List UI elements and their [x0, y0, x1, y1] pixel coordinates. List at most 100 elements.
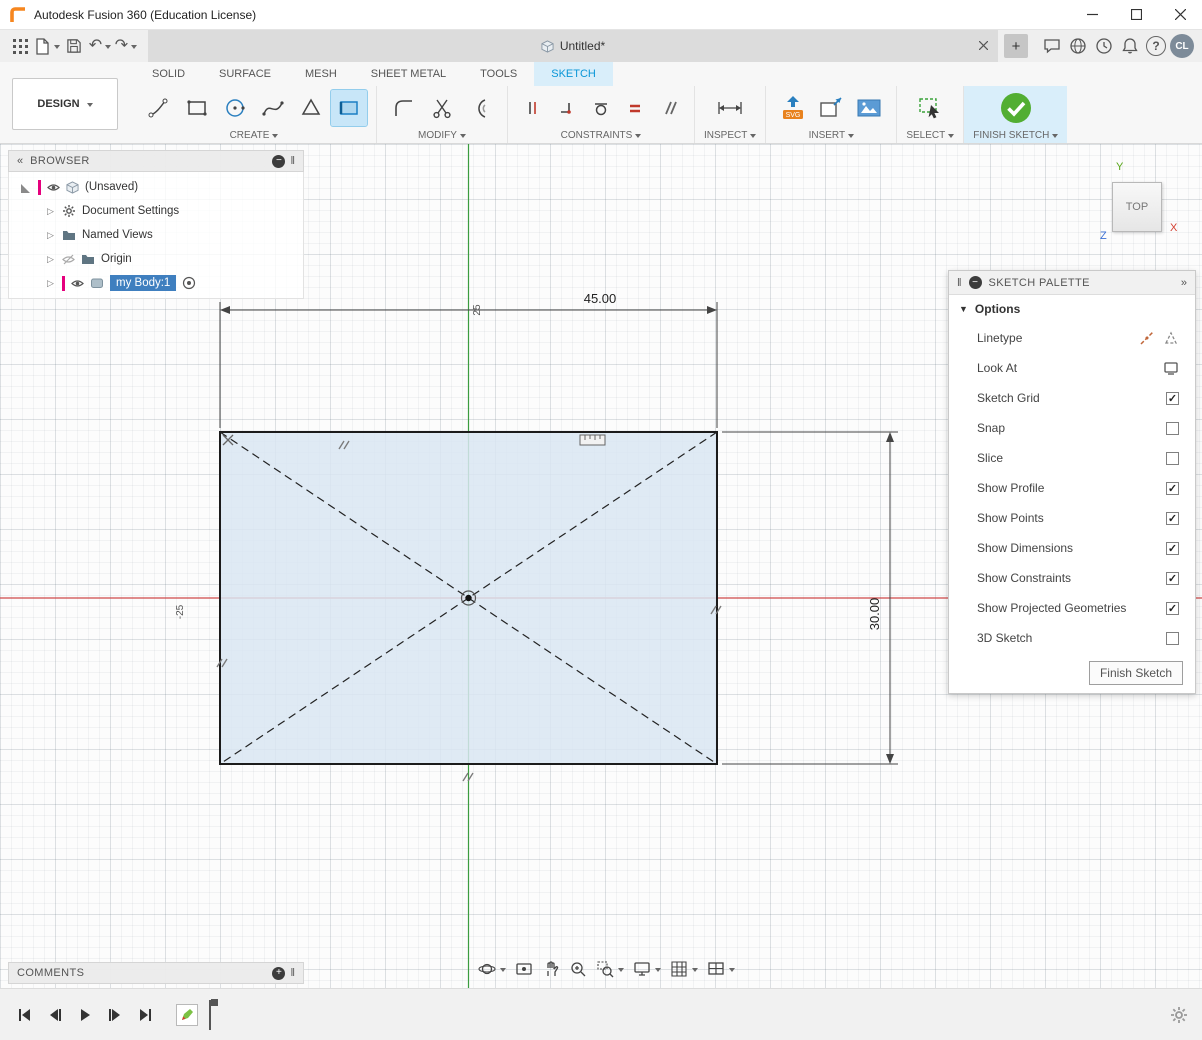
parallel-constraint[interactable]	[653, 92, 685, 124]
notifications-bell-icon[interactable]	[1118, 33, 1142, 59]
tab-tools[interactable]: TOOLS	[463, 62, 534, 86]
create-rectangle-tool[interactable]	[179, 90, 215, 126]
insert-menu[interactable]: INSERT	[809, 128, 855, 143]
offset-tool[interactable]	[462, 90, 498, 126]
comments-icon[interactable]	[1040, 33, 1064, 59]
tab-mesh[interactable]: MESH	[288, 62, 354, 86]
pan-tool[interactable]	[542, 960, 560, 978]
collapse-left-icon[interactable]: «	[17, 155, 23, 167]
construction-linetype-icon[interactable]	[1163, 330, 1179, 346]
inspect-menu[interactable]: INSPECT	[704, 128, 756, 143]
modify-menu[interactable]: MODIFY	[418, 128, 466, 143]
save-button[interactable]	[62, 33, 86, 59]
trim-tool[interactable]	[424, 90, 460, 126]
user-avatar[interactable]: CL	[1170, 34, 1194, 58]
visibility-eye-icon[interactable]	[71, 277, 84, 290]
viewcube-top-face[interactable]: TOP	[1112, 182, 1162, 232]
timeline-position-marker[interactable]	[209, 1000, 211, 1030]
browser-item-body[interactable]: ▷ my Body:1	[9, 271, 303, 295]
slice-checkbox[interactable]	[1166, 452, 1179, 465]
palette-finish-sketch-button[interactable]: Finish Sketch	[1089, 661, 1183, 685]
comments-expand-icon[interactable]: +	[272, 967, 285, 980]
palette-header[interactable]: ‖ − SKETCH PALETTE »	[949, 271, 1195, 295]
create-2point-rectangle-tool[interactable]	[331, 90, 367, 126]
insert-svg-tool[interactable]: SVG	[775, 90, 811, 126]
snap-checkbox[interactable]	[1166, 422, 1179, 435]
timeline-step-back-button[interactable]	[44, 1004, 66, 1026]
collapse-right-icon[interactable]: »	[1181, 277, 1187, 289]
tab-solid[interactable]: SOLID	[135, 62, 202, 86]
equal-constraint[interactable]	[619, 92, 651, 124]
tab-surface[interactable]: SURFACE	[202, 62, 288, 86]
viewports[interactable]	[707, 960, 735, 978]
minimize-button[interactable]	[1070, 0, 1114, 29]
expand-arrow-icon[interactable]: ▷	[47, 254, 56, 265]
timeline-step-forward-button[interactable]	[104, 1004, 126, 1026]
maximize-button[interactable]	[1114, 0, 1158, 29]
create-menu[interactable]: CREATE	[230, 128, 279, 143]
new-tab-button[interactable]: +	[1004, 34, 1028, 58]
horizontal-vertical-constraint[interactable]	[517, 92, 549, 124]
file-menu-button[interactable]	[34, 33, 60, 59]
look-at-tool[interactable]	[515, 960, 533, 978]
finish-sketch-menu[interactable]: FINISH SKETCH	[973, 128, 1058, 143]
web-globe-icon[interactable]	[1066, 33, 1090, 59]
browser-header[interactable]: « BROWSER − ‖	[8, 150, 304, 172]
coincident-constraint[interactable]	[551, 92, 583, 124]
palette-grip-icon[interactable]: ‖	[957, 277, 962, 289]
browser-item-document-settings[interactable]: ▷ Document Settings	[9, 199, 303, 223]
timeline-go-to-end-button[interactable]	[134, 1004, 156, 1026]
tab-sketch[interactable]: SKETCH	[534, 62, 613, 86]
zoom-window-tool[interactable]	[596, 960, 624, 978]
tab-sheet-metal[interactable]: SHEET METAL	[354, 62, 463, 86]
create-line-tool[interactable]	[141, 90, 177, 126]
help-button[interactable]: ?	[1144, 33, 1168, 59]
undo-button[interactable]: ↶	[88, 33, 112, 59]
app-grid-icon[interactable]	[8, 33, 32, 59]
create-circle-tool[interactable]	[217, 90, 253, 126]
show-points-checkbox[interactable]	[1166, 512, 1179, 525]
fillet-tool[interactable]	[386, 90, 422, 126]
grid-settings[interactable]	[670, 960, 698, 978]
insert-decal-tool[interactable]	[813, 90, 849, 126]
close-button[interactable]	[1158, 0, 1202, 29]
tangent-constraint[interactable]	[585, 92, 617, 124]
job-status-clock-icon[interactable]	[1092, 33, 1116, 59]
show-constraints-checkbox[interactable]	[1166, 572, 1179, 585]
viewcube[interactable]: Y TOP X Z	[1096, 166, 1192, 258]
show-dimensions-checkbox[interactable]	[1166, 542, 1179, 555]
browser-item-root[interactable]: (Unsaved)	[9, 175, 303, 199]
sketch-grid-checkbox[interactable]	[1166, 392, 1179, 405]
timeline-play-button[interactable]	[74, 1004, 96, 1026]
redo-button[interactable]: ↷	[114, 33, 138, 59]
select-menu[interactable]: SELECT	[906, 128, 954, 143]
browser-item-origin[interactable]: ▷ Origin	[9, 247, 303, 271]
expand-arrow-icon[interactable]: ▷	[47, 206, 56, 217]
expand-arrow-icon[interactable]: ▷	[47, 278, 56, 289]
display-settings[interactable]	[633, 960, 661, 978]
finish-sketch-button[interactable]	[994, 90, 1038, 126]
constraints-menu[interactable]: CONSTRAINTS	[561, 128, 642, 143]
centerline-linetype-icon[interactable]	[1139, 330, 1155, 346]
expand-arrow-icon[interactable]: ▷	[47, 230, 56, 241]
selectable-target-icon[interactable]	[182, 276, 196, 290]
browser-item-named-views[interactable]: ▷ Named Views	[9, 223, 303, 247]
palette-options-section[interactable]: ▼ Options	[949, 295, 1195, 323]
create-polygon-tool[interactable]	[293, 90, 329, 126]
document-tab[interactable]: Untitled*	[148, 30, 998, 62]
insert-canvas-tool[interactable]	[851, 90, 887, 126]
rectangle-pattern-glyph[interactable]	[580, 435, 605, 445]
orbit-tool[interactable]	[478, 960, 506, 978]
browser-grip-icon[interactable]: ‖	[290, 155, 295, 167]
timeline-settings-gear-icon[interactable]	[1170, 1006, 1188, 1024]
timeline-go-to-start-button[interactable]	[14, 1004, 36, 1026]
workspace-design-button[interactable]: DESIGN	[12, 78, 118, 130]
3d-sketch-checkbox[interactable]	[1166, 632, 1179, 645]
show-projected-geometries-checkbox[interactable]	[1166, 602, 1179, 615]
select-tool[interactable]	[912, 90, 948, 126]
comments-grip-icon[interactable]: ‖	[290, 967, 295, 979]
zoom-tool[interactable]	[569, 960, 587, 978]
look-at-icon[interactable]	[1163, 360, 1179, 376]
browser-minimize-icon[interactable]: −	[272, 155, 285, 168]
show-profile-checkbox[interactable]	[1166, 482, 1179, 495]
